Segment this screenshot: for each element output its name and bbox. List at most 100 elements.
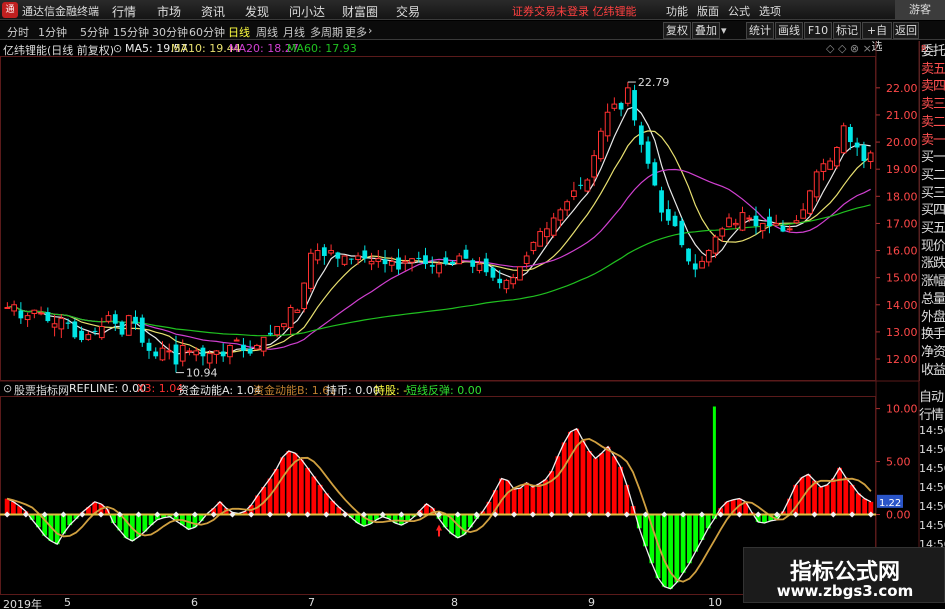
candle-body bbox=[584, 179, 591, 192]
guest-button[interactable]: 游客 bbox=[895, 0, 945, 20]
menu-item-layout[interactable]: 版面 bbox=[697, 3, 719, 19]
candle-body bbox=[92, 330, 98, 332]
refline-diamond bbox=[755, 511, 762, 518]
refline-diamond bbox=[116, 511, 123, 518]
candle-body bbox=[368, 260, 375, 265]
period-tab-monthly[interactable]: 月线 bbox=[283, 24, 305, 40]
overlay-button[interactable]: 叠加 bbox=[692, 22, 720, 39]
menu-item-xiaoda[interactable]: 问小达 bbox=[289, 3, 325, 20]
refline-diamond bbox=[4, 511, 11, 518]
time-label-august: 8 bbox=[451, 596, 458, 609]
menu-item-news[interactable]: 资讯 bbox=[201, 3, 225, 20]
refline-diamond bbox=[867, 511, 874, 518]
candle-body bbox=[247, 348, 253, 354]
candle-body bbox=[699, 260, 705, 269]
candle-body bbox=[429, 264, 435, 267]
adjust-price-button[interactable]: 复权 bbox=[663, 22, 691, 39]
indicator-time-item: 14:50 bbox=[919, 462, 945, 475]
mark-button[interactable]: 标记 bbox=[833, 22, 861, 39]
candle-body bbox=[632, 90, 637, 121]
candle-body bbox=[591, 155, 597, 178]
candle-body bbox=[58, 317, 65, 330]
quote-panel-item[interactable]: 收益 bbox=[921, 360, 945, 382]
period-tab-1min[interactable]: 1分钟 bbox=[38, 24, 67, 40]
chart-window-controls[interactable]: ◇ ◇ ⊗ × bbox=[826, 42, 872, 55]
y-tick-label: 16.00 bbox=[886, 245, 918, 258]
add-watchlist-button[interactable]: +自选 bbox=[862, 22, 892, 53]
period-tab-60min[interactable]: 60分钟 bbox=[189, 24, 225, 40]
back-button[interactable]: 返回 bbox=[893, 22, 919, 39]
trade-login-warning: 证券交易未登录 亿纬锂能 bbox=[512, 5, 637, 18]
menu-item-discover[interactable]: 发现 bbox=[245, 3, 269, 20]
candle-body bbox=[793, 220, 800, 224]
refline-diamond bbox=[567, 511, 574, 518]
refline-diamond bbox=[267, 511, 274, 518]
menu-item-wealth[interactable]: 财富圈 bbox=[342, 3, 378, 20]
refline-diamond bbox=[379, 511, 386, 518]
candle-body bbox=[686, 248, 691, 262]
refline-diamond bbox=[360, 511, 367, 518]
low-annotation: 10.94 bbox=[186, 367, 218, 380]
refline-diamond bbox=[811, 511, 818, 518]
refline-diamond bbox=[191, 511, 198, 518]
period-tab-5min[interactable]: 5分钟 bbox=[80, 24, 109, 40]
candle-body bbox=[780, 226, 786, 232]
candle-body bbox=[146, 342, 152, 351]
candle-body bbox=[31, 309, 38, 314]
candle-body bbox=[517, 266, 523, 281]
settings-gear-icon[interactable]: ⊙ bbox=[113, 42, 122, 55]
period-tab-weekly[interactable]: 周线 bbox=[256, 24, 278, 40]
indicator-gear-icon[interactable]: ⊙ bbox=[3, 382, 12, 395]
menu-item-formula[interactable]: 公式 bbox=[728, 3, 750, 19]
refline-diamond bbox=[717, 511, 724, 518]
candle-body bbox=[362, 250, 368, 259]
y-tick-label: 18.00 bbox=[886, 190, 918, 203]
menu-item-functions[interactable]: 功能 bbox=[666, 3, 688, 19]
indicator-panel-item[interactable]: 自动 bbox=[919, 386, 945, 405]
period-tab-more[interactable]: 更多 bbox=[345, 24, 367, 40]
overlay-dropdown-icon[interactable]: ▾ bbox=[721, 24, 727, 37]
candle-body bbox=[112, 314, 118, 324]
time-label-september: 9 bbox=[588, 596, 595, 609]
candle-body bbox=[79, 330, 84, 341]
more-chevron-icon[interactable]: › bbox=[368, 24, 372, 37]
candle-body bbox=[119, 321, 125, 335]
draw-line-button[interactable]: 画线 bbox=[775, 22, 803, 39]
candle-body bbox=[483, 258, 489, 273]
momentum-b-line bbox=[6, 437, 872, 583]
indicator-panel-item[interactable]: 行情 bbox=[919, 404, 945, 423]
current-value-label: 1.22 bbox=[879, 498, 901, 509]
y-tick-label: 19.00 bbox=[886, 163, 918, 176]
candle-body bbox=[436, 263, 442, 274]
candle-body bbox=[72, 321, 78, 338]
period-tab-15min[interactable]: 15分钟 bbox=[113, 24, 149, 40]
period-tab-multi[interactable]: 多周期 bbox=[310, 24, 343, 40]
f10-button[interactable]: F10 bbox=[804, 22, 832, 39]
menu-item-market-quotes[interactable]: 行情 bbox=[112, 3, 136, 20]
candle-body bbox=[4, 306, 11, 309]
refline-diamond bbox=[548, 511, 555, 518]
menu-item-options[interactable]: 选项 bbox=[759, 3, 781, 19]
period-tab-daily[interactable]: 日线 bbox=[228, 24, 250, 40]
candle-body bbox=[544, 228, 550, 238]
period-tab-30min[interactable]: 30分钟 bbox=[152, 24, 188, 40]
y-tick-label: 20.00 bbox=[886, 136, 918, 149]
candle-body bbox=[213, 350, 220, 355]
candlestick-chart[interactable]: 22.00 21.00 20.00 19.00 18.00 17.00 16.00 15.00… bbox=[0, 0, 945, 609]
menu-item-trade[interactable]: 交易 bbox=[396, 3, 420, 20]
candle-body bbox=[98, 325, 105, 339]
candle-body bbox=[665, 209, 671, 221]
candle-body bbox=[206, 353, 213, 364]
main-chart-title: 亿纬锂能(日线 前复权) ⊙ MA5: 19.57 MA10: 19.44 MA… bbox=[0, 41, 876, 57]
candle-body bbox=[301, 282, 307, 310]
candle-body bbox=[321, 247, 327, 256]
statistics-button[interactable]: 统计 bbox=[746, 22, 774, 39]
menu-item-market[interactable]: 市场 bbox=[157, 3, 181, 20]
refline-diamond bbox=[41, 511, 48, 518]
time-label-june: 6 bbox=[191, 596, 198, 609]
candle-body bbox=[732, 222, 739, 226]
buy-arrow-icon bbox=[436, 524, 442, 537]
candle-body bbox=[692, 263, 698, 270]
period-tab-intraday[interactable]: 分时 bbox=[7, 24, 29, 40]
y-tick-label: 14.00 bbox=[886, 299, 918, 312]
